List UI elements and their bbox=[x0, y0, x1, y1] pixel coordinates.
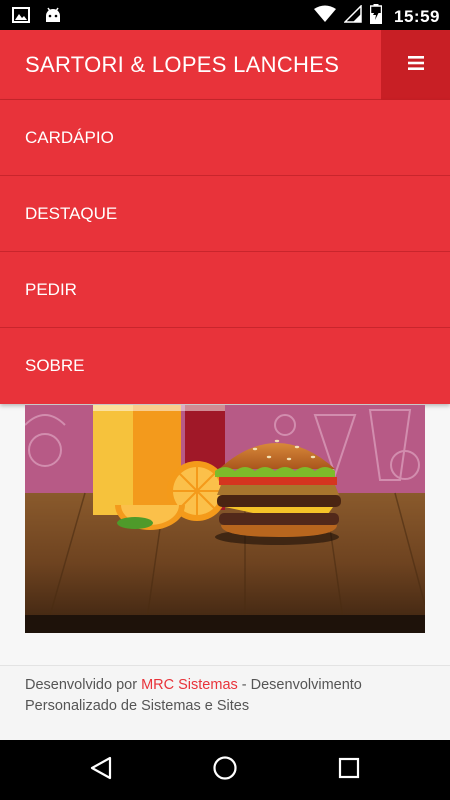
back-button[interactable] bbox=[86, 755, 116, 785]
hamburger-menu-icon bbox=[407, 55, 424, 75]
android-icon bbox=[44, 6, 62, 29]
footer-prefix: Desenvolvido por bbox=[25, 677, 142, 693]
system-nav-bar bbox=[0, 740, 450, 800]
battery-charging-icon bbox=[369, 4, 383, 29]
image-icon bbox=[12, 7, 30, 28]
menu-item-sobre[interactable]: SOBRE bbox=[0, 328, 450, 404]
recents-button[interactable] bbox=[334, 755, 364, 785]
nav-menu: CARDÁPIO DESTAQUE PEDIR SOBRE bbox=[0, 100, 450, 404]
menu-item-label: PEDIR bbox=[25, 279, 77, 299]
menu-item-label: SOBRE bbox=[25, 356, 85, 375]
app-bar: SARTORI & LOPES LANCHES bbox=[0, 30, 450, 100]
hero-image bbox=[25, 405, 425, 633]
menu-toggle-button[interactable] bbox=[381, 30, 450, 100]
menu-item-pedir[interactable]: PEDIR bbox=[0, 252, 450, 328]
back-icon bbox=[90, 756, 112, 785]
menu-item-label: DESTAQUE bbox=[25, 203, 118, 223]
screen: 15:59 SARTORI & LOPES LANCHES CARDÁPIO D… bbox=[0, 0, 450, 800]
home-button[interactable] bbox=[210, 755, 240, 785]
developer-link[interactable]: MRC Sistemas bbox=[141, 677, 238, 693]
menu-item-cardapio[interactable]: CARDÁPIO bbox=[0, 100, 450, 176]
status-bar: 15:59 bbox=[0, 0, 450, 30]
brand-title[interactable]: SARTORI & LOPES LANCHES bbox=[25, 52, 339, 78]
menu-item-label: CARDÁPIO bbox=[25, 127, 114, 147]
menu-item-destaque[interactable]: DESTAQUE bbox=[0, 176, 450, 252]
clock: 15:59 bbox=[394, 6, 440, 26]
wifi-icon bbox=[314, 5, 337, 28]
footer: Desenvolvido por MRC Sistemas - Desenvol… bbox=[0, 665, 450, 740]
cell-signal-icon bbox=[343, 4, 362, 28]
home-icon bbox=[212, 755, 238, 786]
recents-icon bbox=[338, 757, 360, 784]
